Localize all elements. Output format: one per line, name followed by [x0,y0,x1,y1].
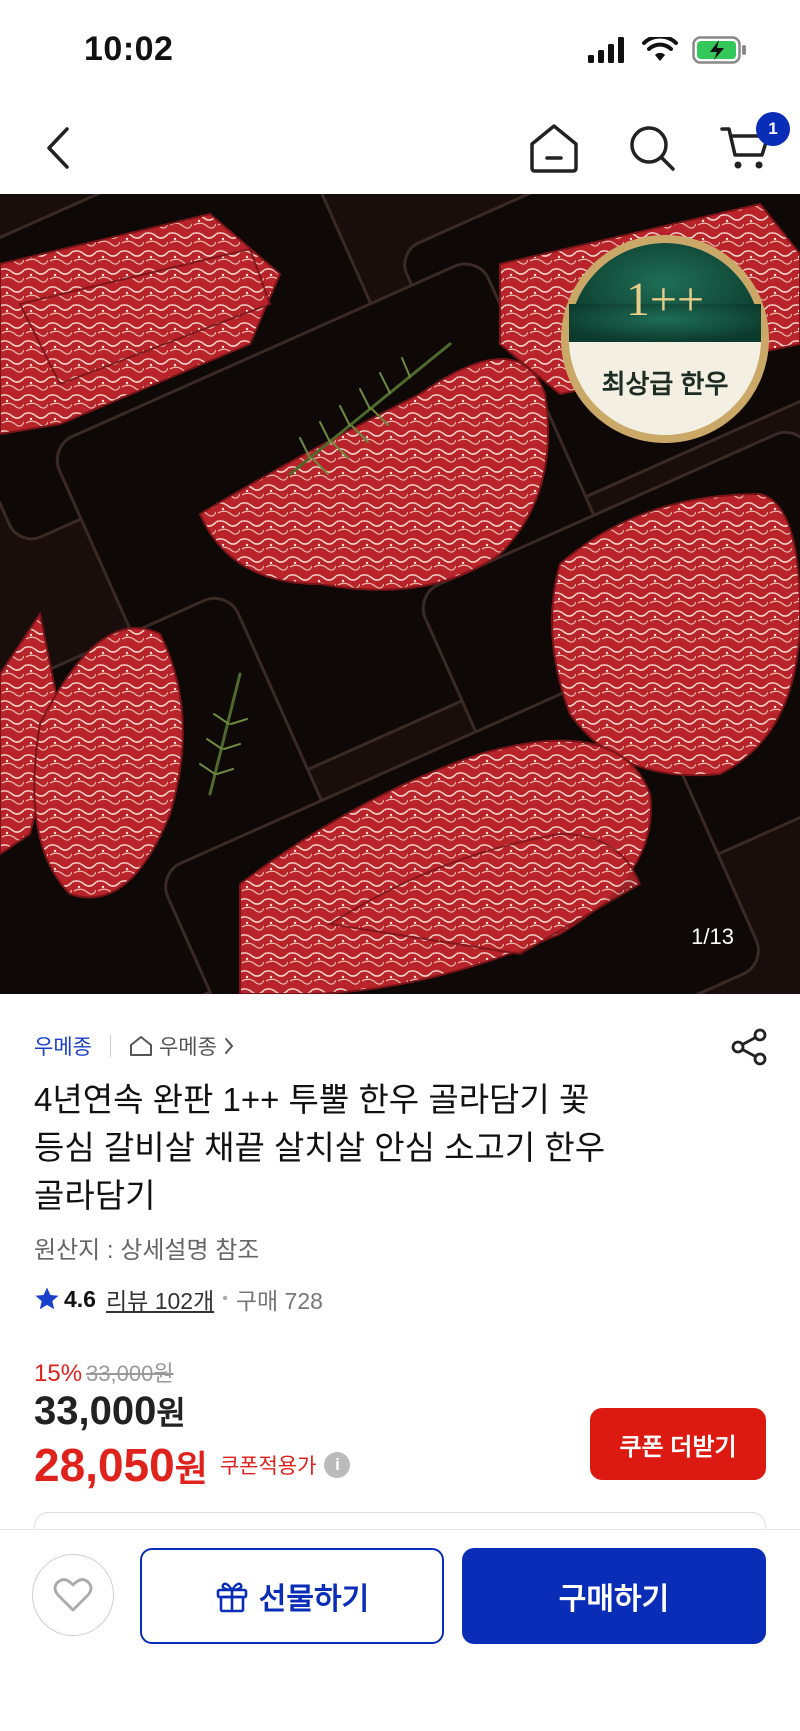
signal-icon [588,37,624,63]
sale-price: 33,000원 [34,1388,186,1434]
share-button[interactable] [724,1022,774,1072]
coupon-price-label: 쿠폰적용가 [219,1455,317,1478]
review-link[interactable]: 리뷰 102개 [106,1282,214,1316]
heart-icon [53,1578,93,1612]
star-icon [35,1287,59,1310]
discount-rate: 15% [34,1360,83,1387]
store-home-icon [129,1036,152,1056]
sale-price-number: 33,000 [34,1389,157,1433]
image-counter: 1/13 [691,924,734,949]
chevron-right-icon [224,1038,234,1054]
seller-row: 우메종 우메종 [34,1028,235,1064]
original-price: 33,000원 [86,1361,174,1386]
info-icon[interactable]: i [324,1452,351,1478]
title-line-3: 골라담기 [34,1177,156,1214]
status-icons [588,36,748,64]
wifi-icon [642,37,678,61]
get-coupon-button[interactable]: 쿠폰 더받기 [590,1408,766,1480]
coupon-price-row: 28,050원 쿠폰적용가 i [34,1438,351,1492]
product-image-gallery[interactable]: 1++ 최상급 한우 [0,194,800,994]
origin-info: 원산지 : 상세설명 참조 [34,1237,260,1264]
coupon-price-number: 28,050 [34,1439,175,1491]
title-line-2: 등심 갈비살 채끝 살치살 안심 소고기 한우 [34,1129,606,1166]
sale-price-unit: 원 [156,1395,186,1431]
seller-divider [109,1035,111,1057]
badge-grade-text: 1++ [625,273,705,326]
store-name: 우메종 [158,1036,217,1059]
home-icon [530,124,578,173]
badge-sub-text: 최상급 한우 [601,369,729,399]
buy-button[interactable]: 구매하기 [462,1548,766,1644]
gift-label: 선물하기 [258,1583,370,1616]
purchase-count: 구매 728 [235,1288,323,1314]
top-nav [0,100,800,194]
coupon-price-unit: 원 [174,1448,208,1489]
rating-row: 4.6 리뷰 102개 • 구매 728 [34,1282,323,1316]
rating-value: 4.6 [64,1285,96,1312]
gift-button[interactable]: 선물하기 [140,1548,444,1644]
bottom-action-bar: 선물하기 구매하기 [0,1529,800,1731]
product-title: 4년연속 완판 1++ 투뿔 한우 골라담기 꽃 등심 갈비살 채끝 살치살 안… [34,1076,734,1220]
store-link[interactable]: 우메종 [129,1031,235,1061]
gift-icon [216,1582,248,1613]
brand-link[interactable]: 우메종 [34,1031,92,1061]
share-icon [731,1028,767,1066]
grade-badge [561,235,769,443]
status-bar: 10:02 [0,0,800,100]
back-button[interactable] [30,120,86,176]
discount-row: 15% 33,000원 [34,1356,174,1388]
home-button[interactable] [524,118,584,178]
search-icon [630,126,675,171]
search-button[interactable] [622,118,682,178]
coupon-price: 28,050원 [34,1438,208,1492]
chevron-left-icon [47,127,69,169]
wishlist-button[interactable] [32,1554,114,1636]
dot-separator: • [222,1290,228,1307]
status-time: 10:02 [84,30,174,68]
battery-icon [692,36,746,64]
title-line-1: 4년연속 완판 1++ 투뿔 한우 골라담기 꽃 [34,1081,590,1118]
cart-count-badge: 1 [756,112,790,146]
